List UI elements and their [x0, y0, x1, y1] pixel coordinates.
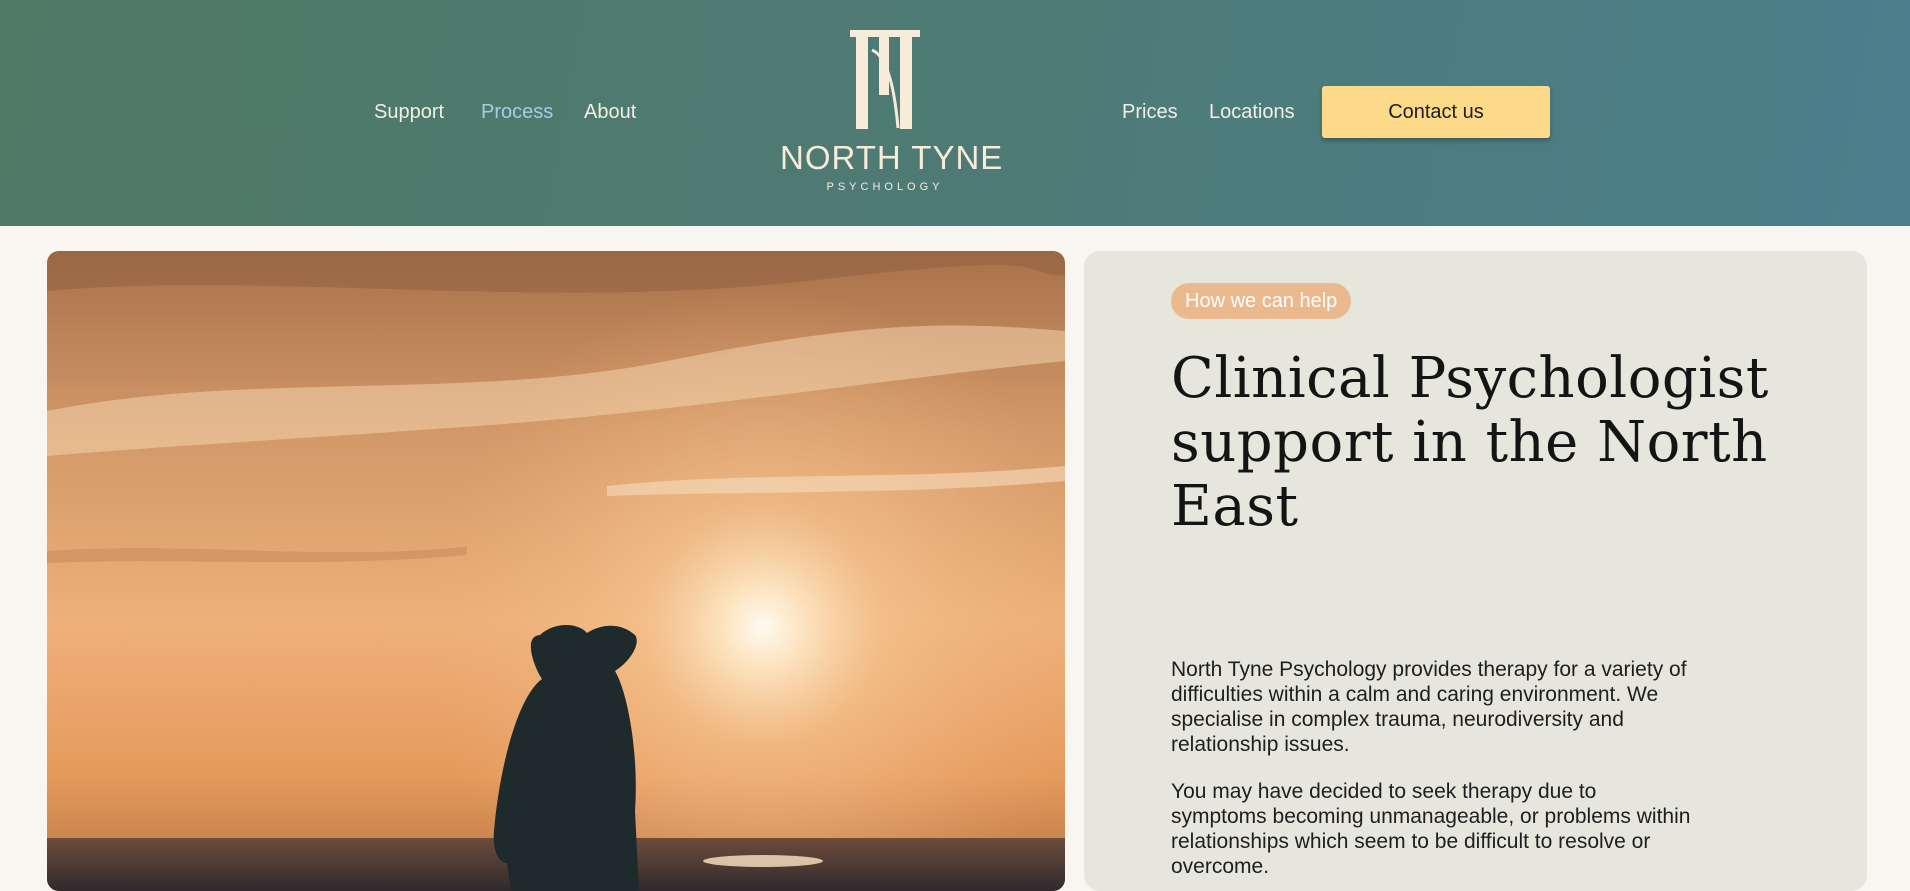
- logo-subtitle: PSYCHOLOGY: [826, 181, 944, 193]
- nav-support[interactable]: Support: [374, 98, 444, 126]
- hero-image: [47, 251, 1065, 891]
- help-card: How we can help Clinical Psychologist su…: [1084, 251, 1867, 891]
- intro-paragraph: North Tyne Psychology provides therapy f…: [1171, 658, 1687, 756]
- help-tag: How we can help: [1171, 283, 1352, 319]
- nav-process[interactable]: Process: [481, 98, 553, 126]
- nav-prices[interactable]: Prices: [1122, 98, 1178, 126]
- contact-us-button[interactable]: Contact us: [1322, 86, 1550, 138]
- sunset-silhouette-image: [47, 251, 1065, 891]
- site-header: Support Process About NORTH TYNE PSYCHOL…: [0, 0, 1910, 226]
- therapy-paragraph: You may have decided to seek therapy due…: [1171, 780, 1691, 878]
- logo[interactable]: NORTH TYNE PSYCHOLOGY: [780, 24, 1004, 194]
- page-title: Clinical Psychologist support in the Nor…: [1171, 346, 1769, 539]
- nav-about[interactable]: About: [584, 98, 636, 126]
- logo-name: NORTH TYNE: [780, 139, 1004, 176]
- nav-locations[interactable]: Locations: [1209, 98, 1295, 126]
- logo-monogram-icon: [850, 30, 920, 129]
